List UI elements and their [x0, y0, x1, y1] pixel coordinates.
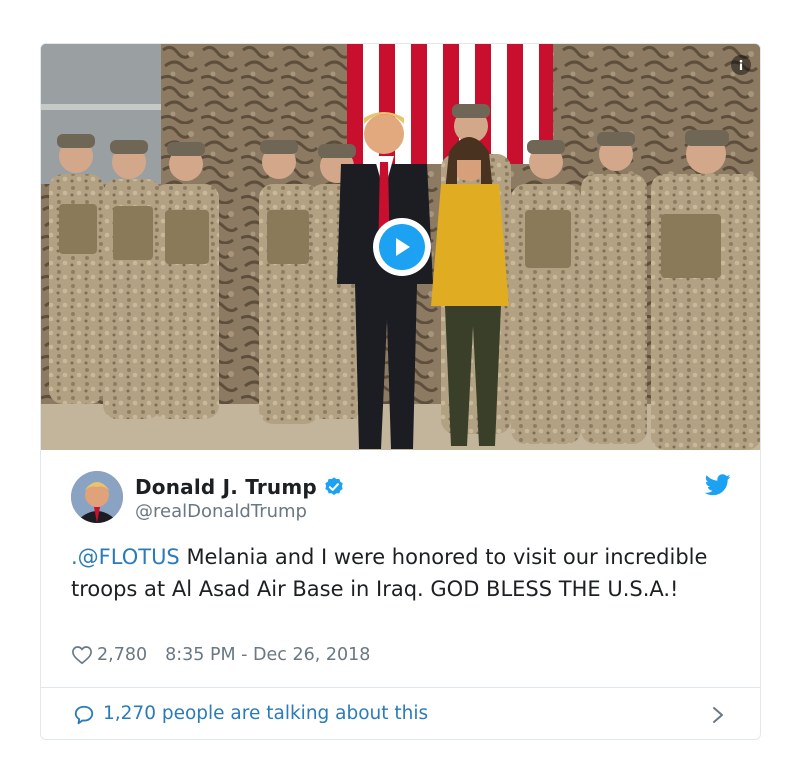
talking-count-text: 1,270 people are talking about this	[103, 703, 429, 724]
verified-badge-icon	[325, 477, 343, 495]
heart-icon[interactable]	[71, 645, 93, 665]
avatar[interactable]	[71, 471, 123, 523]
tweet-timestamp[interactable]: 8:35 PM - Dec 26, 2018	[165, 645, 370, 665]
mention-link[interactable]: .@FLOTUS	[71, 545, 180, 569]
tweet-video-thumbnail[interactable]	[41, 44, 760, 450]
talking-about-link[interactable]: 1,270 people are talking about this	[41, 688, 760, 739]
author-name-row: Donald J. Trump	[135, 475, 345, 499]
like-count[interactable]: 2,780	[97, 645, 147, 665]
tweet-text: .@FLOTUS Melania and I were honored to v…	[71, 542, 741, 605]
chevron-right-icon	[713, 707, 723, 723]
twitter-bird-icon[interactable]	[705, 474, 731, 496]
embedded-tweet-card: Donald J. Trump @realDonaldTrump .@FLOTU…	[40, 43, 761, 740]
info-icon[interactable]	[731, 55, 751, 75]
speech-bubble-icon	[74, 705, 94, 725]
tweet-author[interactable]: Donald J. Trump @realDonaldTrump	[71, 471, 731, 525]
play-button[interactable]	[373, 218, 431, 276]
author-handle[interactable]: @realDonaldTrump	[135, 501, 307, 522]
tweet-meta: 2,780 8:35 PM - Dec 26, 2018	[71, 645, 370, 665]
play-icon	[379, 224, 425, 270]
author-display-name[interactable]: Donald J. Trump	[135, 475, 317, 499]
